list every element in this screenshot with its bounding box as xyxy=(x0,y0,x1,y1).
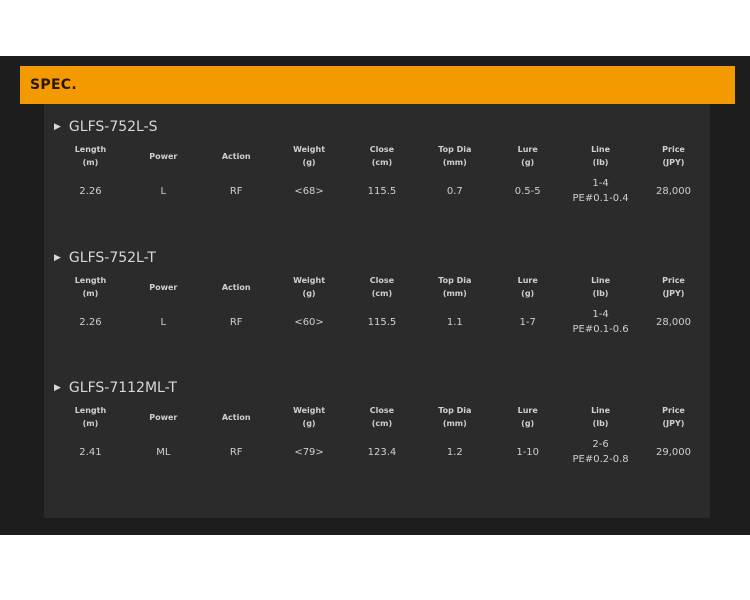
col-action: Action xyxy=(221,151,251,161)
col-weight: Weight (g) xyxy=(293,145,326,167)
col-power: Power xyxy=(149,151,178,161)
spec-panel: ▶ GLFS-752L-S Length (m) Power Action Wei… xyxy=(44,104,710,518)
cell-lure: 0.5-5 xyxy=(514,185,541,197)
spec-title: SPEC. xyxy=(30,77,77,93)
col-price: Price (JPY) xyxy=(662,145,685,167)
model-name: GLFS-752L-S xyxy=(68,119,158,135)
cell-line: 1-4 PE#0.1-0.6 xyxy=(572,309,629,335)
cell-weight: <79> xyxy=(294,446,324,458)
col-lure: Lure (g) xyxy=(517,145,538,167)
cell-top-dia: 1.1 xyxy=(446,316,463,328)
cell-lure: 1-10 xyxy=(516,446,540,458)
model-name: GLFS-7112ML-T xyxy=(68,380,177,396)
cell-lure: 1-7 xyxy=(519,316,536,328)
col-action: Action xyxy=(221,282,251,292)
cell-length: 2.26 xyxy=(79,185,102,197)
cell-action: RF xyxy=(229,446,243,458)
triangle-right-icon: ▶ xyxy=(54,383,61,393)
triangle-right-icon: ▶ xyxy=(54,122,61,132)
cell-power: L xyxy=(160,316,167,328)
cell-action: RF xyxy=(229,185,243,197)
spec-table: Length (m) Power Action Weight (g) Close (c… xyxy=(54,271,710,341)
col-price: Price (JPY) xyxy=(662,406,685,428)
cell-price: 29,000 xyxy=(656,446,691,458)
cell-length: 2.26 xyxy=(79,316,102,328)
cell-line: 2-6 PE#0.2-0.8 xyxy=(572,439,629,465)
model-title: ▶ GLFS-752L-T xyxy=(54,249,156,267)
col-length: Length (m) xyxy=(74,276,107,298)
cell-action: RF xyxy=(229,316,243,328)
spec-table: Length (m) Power Action Weight (g) Close (c… xyxy=(54,140,710,210)
col-power: Power xyxy=(149,282,178,292)
cell-weight: <60> xyxy=(294,316,324,328)
cell-close: 115.5 xyxy=(367,185,397,197)
table-row: 2.41 ML RF <79> 123.4 1.2 1-10 2-6 PE#0.2… xyxy=(54,433,710,471)
col-close: Close (cm) xyxy=(369,145,395,167)
table-header-row: Length (m) Power Action Weight (g) Close (c… xyxy=(54,140,710,172)
table-header-row: Length (m) Power Action Weight (g) Close (c… xyxy=(54,271,710,303)
col-close: Close (cm) xyxy=(369,406,395,428)
cell-close: 123.4 xyxy=(367,446,397,458)
spec-table: Length (m) Power Action Weight (g) Close (c… xyxy=(54,401,710,471)
cell-power: L xyxy=(160,185,167,197)
col-weight: Weight (g) xyxy=(293,406,326,428)
table-row: 2.26 L RF <68> 115.5 0.7 0.5-5 1-4 PE#0.1… xyxy=(54,172,710,210)
col-close: Close (cm) xyxy=(369,276,395,298)
triangle-right-icon: ▶ xyxy=(54,253,61,263)
col-lure: Lure (g) xyxy=(517,406,538,428)
cell-length: 2.41 xyxy=(79,446,102,458)
col-action: Action xyxy=(221,412,251,422)
col-lure: Lure (g) xyxy=(517,276,538,298)
col-top-dia: Top Dia (mm) xyxy=(438,276,472,298)
cell-top-dia: 0.7 xyxy=(446,185,463,197)
col-length: Length (m) xyxy=(74,406,107,428)
spec-header: SPEC. xyxy=(20,66,735,104)
col-length: Length (m) xyxy=(74,145,107,167)
cell-line: 1-4 PE#0.1-0.4 xyxy=(572,178,629,204)
col-line: Line (lb) xyxy=(591,276,611,298)
cell-weight: <68> xyxy=(294,185,324,197)
col-line: Line (lb) xyxy=(591,145,611,167)
cell-power: ML xyxy=(156,446,171,458)
model-name: GLFS-752L-T xyxy=(68,250,156,266)
cell-close: 115.5 xyxy=(367,316,397,328)
model-title: ▶ GLFS-7112ML-T xyxy=(54,379,177,397)
cell-top-dia: 1.2 xyxy=(446,446,463,458)
table-header-row: Length (m) Power Action Weight (g) Close (c… xyxy=(54,401,710,433)
cell-price: 28,000 xyxy=(656,185,691,197)
col-power: Power xyxy=(149,412,178,422)
model-title: ▶ GLFS-752L-S xyxy=(54,118,158,136)
cell-price: 28,000 xyxy=(656,316,691,328)
col-line: Line (lb) xyxy=(591,406,611,428)
col-top-dia: Top Dia (mm) xyxy=(438,145,472,167)
col-price: Price (JPY) xyxy=(662,276,685,298)
col-weight: Weight (g) xyxy=(293,276,326,298)
col-top-dia: Top Dia (mm) xyxy=(438,406,472,428)
table-row: 2.26 L RF <60> 115.5 1.1 1-7 1-4 PE#0.1-0… xyxy=(54,303,710,341)
